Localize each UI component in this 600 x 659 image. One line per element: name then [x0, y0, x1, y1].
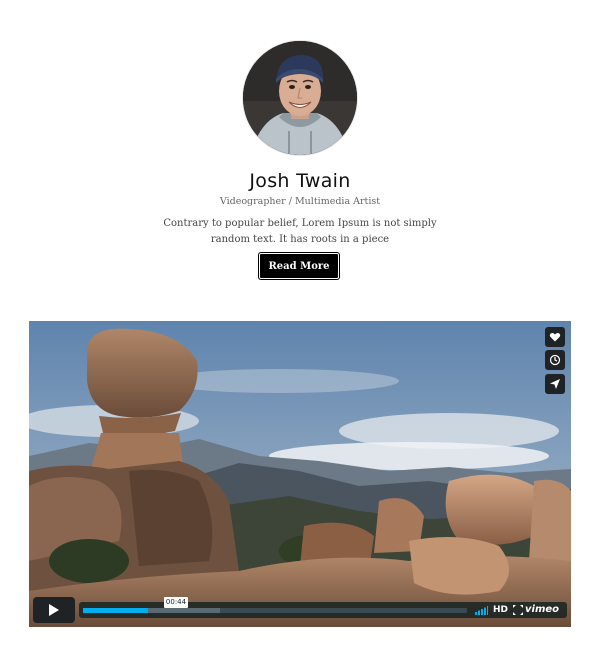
clock-icon: [549, 354, 561, 366]
send-icon: [550, 379, 560, 389]
avatar: [242, 40, 358, 156]
play-button[interactable]: [33, 597, 75, 623]
watch-later-button[interactable]: [545, 350, 565, 370]
like-button[interactable]: [545, 327, 565, 347]
profile-bio: Contrary to popular belief, Lorem Ipsum …: [163, 218, 437, 245]
video-controls: HD vimeo: [79, 602, 567, 618]
heart-icon: [549, 332, 561, 342]
progress-played: [83, 608, 149, 613]
profile-role: Videographer / Multimedia Artist: [219, 196, 381, 207]
current-time: 00:44: [164, 597, 188, 608]
video-player[interactable]: HD vimeo 00:44: [29, 321, 571, 627]
read-more-button[interactable]: Read More: [259, 253, 339, 279]
profile-name: Josh Twain: [249, 170, 351, 192]
volume-icon[interactable]: [475, 606, 488, 615]
fullscreen-icon[interactable]: [513, 605, 523, 615]
avatar-photo: [243, 41, 357, 155]
hd-toggle[interactable]: HD: [493, 604, 508, 616]
play-icon: [49, 604, 59, 616]
progress-bar[interactable]: [83, 608, 467, 613]
share-button[interactable]: [545, 374, 565, 394]
video-frame: [29, 321, 571, 627]
vimeo-logo[interactable]: vimeo: [525, 603, 559, 617]
